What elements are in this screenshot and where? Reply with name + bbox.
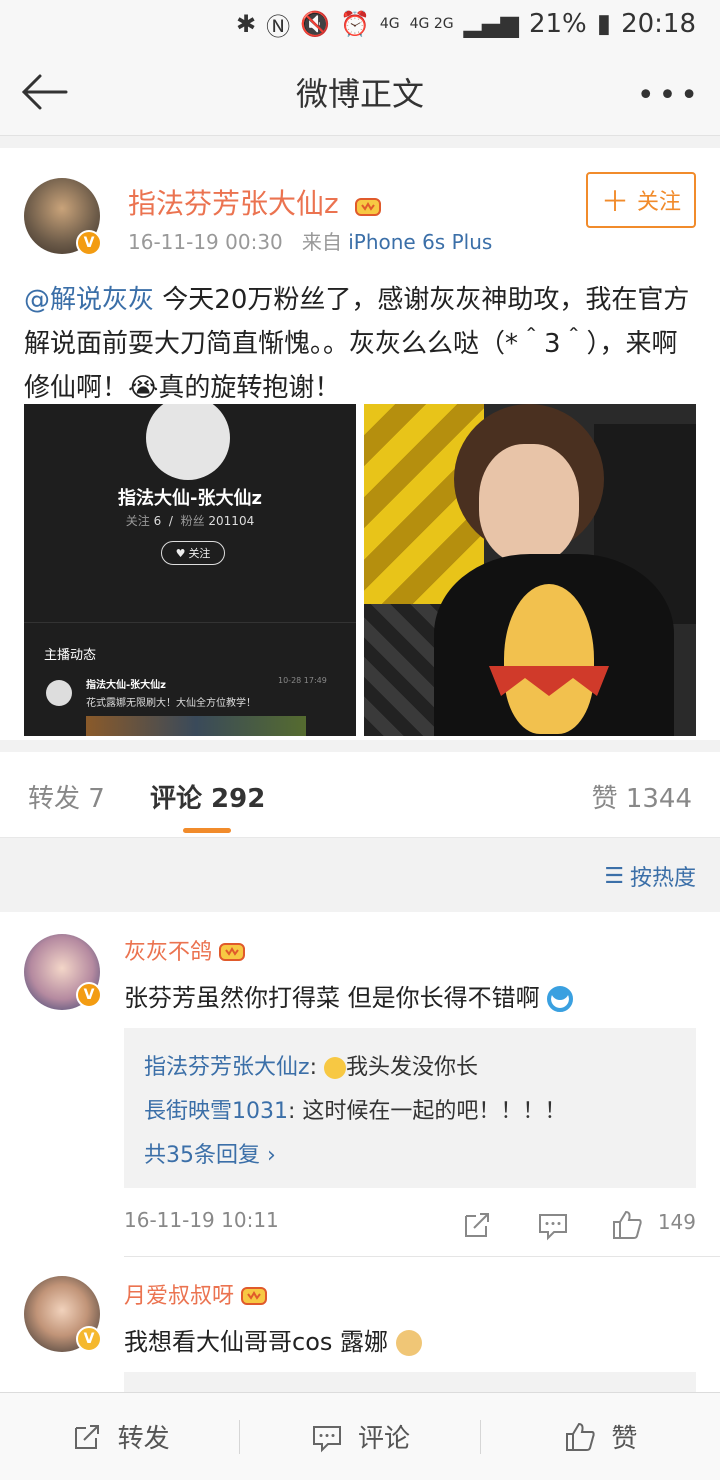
clock: 20:18: [621, 9, 696, 39]
author-name[interactable]: 指法芬芳张大仙z: [128, 182, 382, 222]
heart-icon: ♥: [175, 546, 186, 560]
commenter-name[interactable]: 灰灰不鸽: [124, 934, 246, 966]
crown-icon: [219, 943, 246, 961]
tab-repost[interactable]: 转发 7: [28, 778, 105, 815]
comment-divider: [124, 1256, 720, 1257]
back-button[interactable]: [16, 66, 72, 118]
image-entry-text: 花式露娜无限刷大！大仙全方位教学！: [86, 698, 256, 709]
plush-toy-collar: [489, 666, 609, 696]
status-bar: ✱ Ⓝ 🔇 ⏰ 4G 4G 2G ▂▄▆ 21% ▮ 20:18: [0, 0, 720, 48]
comment-footer: 16-11-19 10:11 149: [124, 1208, 696, 1248]
shy-emoji-icon: [323, 1057, 346, 1079]
nfc-icon: Ⓝ: [266, 12, 291, 41]
image-divider: [24, 622, 356, 623]
verified-badge-icon: V: [76, 230, 102, 256]
top-navbar: 微博正文 •••: [0, 48, 720, 136]
mention-link[interactable]: @解说灰灰: [24, 285, 154, 315]
crown-icon: [241, 1287, 268, 1305]
post-card: V 指法芬芳张大仙z 16-11-19 00:30 来自 iPhone 6s P…: [0, 148, 720, 740]
comment-icon: [312, 1425, 341, 1452]
post-meta: 16-11-19 00:30 来自 iPhone 6s Plus: [128, 226, 492, 255]
tab-active-indicator: [183, 828, 231, 833]
post-source[interactable]: iPhone 6s Plus: [348, 230, 492, 254]
page-title: 微博正文: [295, 74, 424, 113]
post-body: @解说灰灰 今天20万粉丝了，感谢灰灰神助攻，我在官方解说面前耍大刀简直惭愧。。…: [24, 278, 700, 410]
bluetooth-icon: ✱: [235, 10, 257, 38]
sort-bar: ☰ 按热度: [0, 838, 720, 910]
more-replies-link[interactable]: 共35条回复 ›: [144, 1134, 676, 1178]
sort-icon: ☰: [604, 863, 624, 889]
doge-emoji-icon: [395, 1330, 422, 1356]
reply-item: 指法芬芳张大仙z: 我头发没你长: [144, 1055, 478, 1080]
sort-button[interactable]: ☰ 按热度: [604, 860, 696, 892]
comment-time: 16-11-19 10:11: [124, 1208, 279, 1232]
like-icon[interactable]: [610, 1208, 644, 1242]
tab-comment[interactable]: 评论 292: [150, 778, 265, 815]
plush-toy: [504, 584, 594, 734]
repost-button[interactable]: 转发: [0, 1407, 239, 1467]
source-label: 来自: [301, 230, 342, 254]
image-entry-thumb: [86, 716, 306, 736]
battery-percent: 21%: [528, 9, 587, 39]
image-entry-time: 10-28 17:49: [278, 676, 327, 685]
back-arrow-icon: [21, 74, 68, 110]
network-type-2: 4G 2G: [409, 16, 454, 32]
like-count: 149: [657, 1210, 696, 1234]
bottom-action-bar: 转发 评论 赞: [0, 1392, 720, 1480]
post-tabs: 转发 7 评论 292 赞 1344: [0, 752, 720, 838]
follow-button[interactable]: ＋ 关注: [586, 172, 696, 228]
tab-like[interactable]: 赞 1344: [592, 778, 692, 815]
plus-icon: ＋: [600, 185, 629, 218]
image-entry-avatar: [46, 680, 72, 706]
image-profile-name: 指法大仙-张大仙z: [118, 488, 262, 509]
image-section-title: 主播动态: [44, 648, 97, 663]
reply-box[interactable]: 指法芬芳张大仙z: 我头发没你长 長街映雪1031: 这时候在一起的吧！！！！ …: [124, 1028, 696, 1188]
reply-author[interactable]: 指法芬芳张大仙z: [144, 1055, 310, 1080]
share-icon[interactable]: [460, 1208, 494, 1242]
profile-avatar-image: [146, 404, 230, 480]
post-image-2[interactable]: [364, 404, 696, 736]
more-icon[interactable]: •••: [637, 78, 702, 113]
image-follow-pill: ♥ 关注: [161, 541, 225, 565]
crown-icon: [354, 198, 381, 216]
reply-item: 長街映雪1031: 这时候在一起的吧！！！！: [144, 1099, 567, 1124]
verified-badge-icon: V: [76, 982, 102, 1008]
post-time: 16-11-19 00:30: [128, 230, 283, 254]
reply-author[interactable]: 長街映雪1031: [144, 1099, 288, 1124]
battery-icon: ▮: [596, 9, 612, 39]
thumbs-up-icon: [566, 1422, 595, 1451]
signal-icon: ▂▄▆: [463, 10, 519, 38]
commenter-name[interactable]: 月爱叔叔呀: [124, 1278, 268, 1310]
network-type-1: 4G: [379, 16, 400, 32]
verified-badge-icon: V: [76, 1326, 102, 1352]
image-profile-stats: 关注 6 / 粉丝 201104: [125, 514, 255, 528]
alarm-icon: ⏰: [339, 10, 370, 38]
doraemon-emoji-icon: [547, 986, 574, 1012]
reply-comment-icon[interactable]: [536, 1208, 570, 1242]
mute-icon: 🔇: [300, 10, 330, 38]
comment-list: V 灰灰不鸽 张芬芳虽然你打得菜 但是你长得不错啊 指法芬芳张大仙z: 我头发没…: [0, 912, 720, 1392]
person-face: [479, 444, 579, 564]
post-image-1[interactable]: 指法大仙-张大仙z 关注 6 / 粉丝 201104 ♥ 关注 主播动态 指法大…: [24, 404, 356, 736]
like-button[interactable]: 赞: [481, 1407, 720, 1467]
status-icons: ✱ Ⓝ 🔇 ⏰ 4G 4G 2G ▂▄▆: [236, 7, 519, 42]
comment-button[interactable]: 评论: [240, 1407, 479, 1467]
reply-box[interactable]: [124, 1372, 696, 1392]
comment-text: 张芬芳虽然你打得菜 但是你长得不错啊: [124, 978, 574, 1013]
repost-icon: [74, 1424, 99, 1449]
image-entry-name: 指法大仙-张大仙z: [86, 680, 166, 691]
comment-text: 我想看大仙哥哥cos 露娜: [124, 1322, 422, 1357]
